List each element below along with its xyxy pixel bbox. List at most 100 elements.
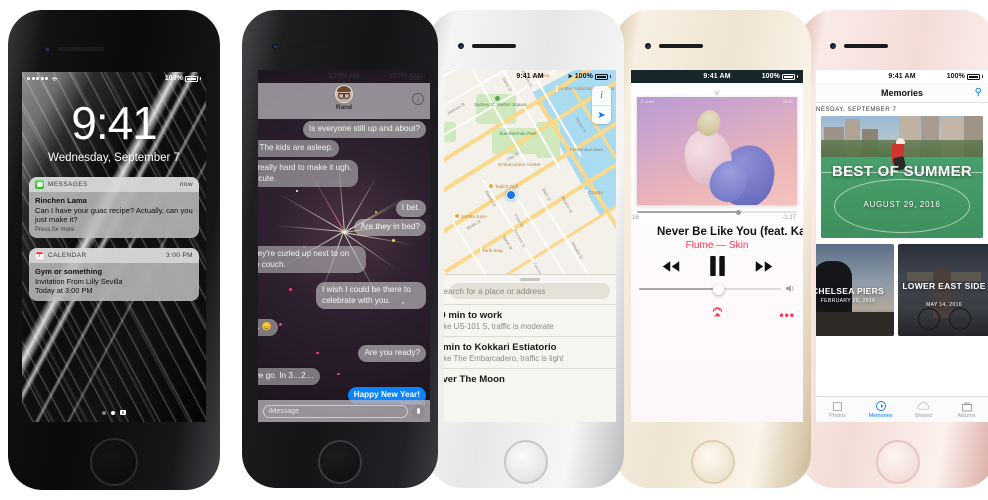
airplay-icon[interactable] bbox=[631, 306, 803, 321]
map-park-label[interactable]: Sue Bierman Park bbox=[490, 131, 546, 136]
notification-title: Rinchen Lama bbox=[35, 196, 87, 205]
message-bubble[interactable]: too. 😞 bbox=[258, 319, 279, 336]
current-location-indicator bbox=[506, 190, 516, 200]
camera-icon[interactable] bbox=[120, 410, 126, 415]
notification-message: Can I have your guac recipe? Actually, c… bbox=[35, 206, 193, 225]
volume-slider[interactable] bbox=[639, 283, 781, 295]
tab-photos[interactable]: Photos bbox=[816, 397, 859, 422]
memory-card-chelsea[interactable]: CHELSEA PIERS FEBRUARY 28, 2016 bbox=[816, 244, 894, 336]
more-dots-icon[interactable]: ••• bbox=[779, 308, 795, 322]
phone-photos[interactable]: 9:41 AM 100% Memories ⚲ WEDNESDAY, SEPTE… bbox=[800, 10, 988, 488]
artwork-label-artist: FLUME bbox=[641, 100, 655, 104]
locate-arrow-icon[interactable]: ➤ bbox=[592, 105, 611, 124]
map-poi-label[interactable]: Jamba Juice bbox=[454, 213, 487, 219]
rewind-icon[interactable] bbox=[662, 260, 680, 278]
suggestion-detail: Take The Embarcadero, traffic is light bbox=[444, 354, 564, 363]
notification-calendar[interactable]: 7 CALENDAR 3:00 PM Gym or something Invi… bbox=[29, 248, 199, 301]
phone-maps[interactable]: Coqueta La Mar Cebicheria Peruana Sydney… bbox=[428, 10, 624, 488]
poi-pin-icon bbox=[488, 183, 494, 189]
map-controls[interactable]: i ➤ bbox=[592, 86, 611, 124]
tab-label: Albums bbox=[957, 412, 976, 419]
message-bubble[interactable]: Are they in bed? bbox=[354, 219, 426, 236]
avatar[interactable] bbox=[335, 85, 353, 103]
notification-messages[interactable]: MESSAGES now Rinchen Lama Can I have you… bbox=[29, 177, 199, 238]
maps-suggestion-row[interactable]: 6 min to Kokkari Estiatorio Take The Emb… bbox=[444, 336, 616, 368]
search-icon[interactable]: ⚲ bbox=[975, 87, 982, 98]
pause-icon[interactable] bbox=[709, 256, 726, 281]
lock-clock: 9:41 bbox=[71, 97, 158, 149]
tab-memories[interactable]: Memories bbox=[859, 397, 902, 422]
playback-scrubber[interactable] bbox=[637, 209, 797, 215]
message-bubble[interactable]: They're curled up next to on the couch. bbox=[258, 246, 366, 273]
imessage-input[interactable]: iMessage bbox=[263, 404, 408, 418]
memory-title: BEST OF SUMMER bbox=[831, 163, 973, 180]
calendar-icon: 7 bbox=[35, 251, 44, 260]
message-bubble[interactable]: I bet. bbox=[395, 200, 426, 217]
message-composer[interactable]: iMessage bbox=[258, 400, 430, 422]
notification-app-name: CALENDAR bbox=[48, 252, 87, 259]
lock-screen-footer[interactable] bbox=[22, 410, 206, 415]
battery-icon bbox=[967, 73, 980, 80]
memory-date: FEBRUARY 28, 2016 bbox=[820, 298, 876, 304]
sheet-grabber[interactable] bbox=[520, 278, 540, 281]
memory-card-hero[interactable]: BEST OF SUMMER AUGUST 29, 2016 bbox=[821, 116, 983, 238]
page-dot-active bbox=[111, 410, 115, 415]
phone-music[interactable]: 9:41 AM 100% ˅ FLUME SKIN 16 -1:17 Never… bbox=[615, 10, 811, 488]
tab-albums[interactable]: Albums bbox=[945, 397, 988, 422]
earpiece-speaker bbox=[472, 44, 516, 48]
messages-icon bbox=[35, 180, 44, 189]
battery-icon bbox=[185, 75, 198, 82]
photos-tab-bar[interactable]: Photos Memories Shared Albums bbox=[816, 396, 988, 422]
home-button[interactable] bbox=[90, 438, 138, 486]
map-street-label: Beale St bbox=[465, 218, 482, 231]
memories-icon bbox=[874, 401, 887, 412]
map-poi-label[interactable]: Yank Sing bbox=[480, 247, 503, 254]
tab-shared[interactable]: Shared bbox=[902, 397, 945, 422]
screen-maps[interactable]: Coqueta La Mar Cebicheria Peruana Sydney… bbox=[444, 70, 616, 422]
map-poi-label[interactable]: Embarcadero Center bbox=[496, 161, 541, 168]
page-title: Memories bbox=[880, 87, 924, 98]
photos-icon bbox=[831, 401, 844, 412]
suggestion-title: Over The Moon bbox=[444, 374, 505, 385]
message-bubble[interactable]: ed really hard to make it ugh. So cute. bbox=[258, 160, 358, 187]
map-park-label[interactable]: Sydney G. Walton Square bbox=[474, 96, 527, 107]
status-battery: 100% bbox=[389, 73, 425, 80]
info-icon[interactable]: i bbox=[412, 93, 424, 105]
message-bubble[interactable]: e we go. In 3…2… bbox=[258, 368, 320, 385]
earpiece-speaker bbox=[659, 44, 703, 48]
message-bubble[interactable]: Are you ready? bbox=[358, 345, 426, 362]
memory-title: CHELSEA PIERS bbox=[816, 286, 885, 296]
notification-header: MESSAGES now bbox=[29, 177, 199, 192]
home-button[interactable] bbox=[876, 440, 920, 484]
phone-messages[interactable]: Rand i 12:00 AM 100% Is everyone still u… bbox=[242, 10, 438, 488]
phone-lock-screen[interactable]: 100% 9:41 Wednesday, September 7 MESSAGE… bbox=[8, 10, 220, 490]
notification-header: 7 CALENDAR 3:00 PM bbox=[29, 248, 199, 263]
info-icon[interactable]: i bbox=[592, 86, 611, 105]
maps-suggestion-row[interactable]: 20 min to work Take US-101 S, traffic is… bbox=[444, 304, 616, 336]
message-bubble[interactable]: Is everyone still up and about? bbox=[302, 121, 426, 138]
screen-lock[interactable]: 100% 9:41 Wednesday, September 7 MESSAGE… bbox=[22, 72, 206, 422]
home-button[interactable] bbox=[691, 440, 735, 484]
cloud-icon bbox=[917, 401, 930, 412]
message-bubble[interactable]: I wish I could be there to celebrate wit… bbox=[316, 282, 426, 309]
album-artwork[interactable]: FLUME SKIN bbox=[637, 97, 797, 205]
mic-icon[interactable] bbox=[412, 404, 425, 418]
transport-controls[interactable] bbox=[631, 256, 803, 281]
home-button[interactable] bbox=[504, 440, 548, 484]
home-button[interactable] bbox=[318, 440, 362, 484]
maps-bottom-sheet[interactable]: Search for a place or address 20 min to … bbox=[444, 274, 616, 422]
map-poi-label[interactable]: Ozumo bbox=[586, 189, 603, 196]
memory-card-lower-east-side[interactable]: LOWER EAST SIDE MAY 14, 2016 bbox=[898, 244, 988, 336]
fast-forward-icon[interactable] bbox=[755, 260, 773, 278]
screen-messages[interactable]: Rand i 12:00 AM 100% Is everyone still u… bbox=[258, 70, 430, 422]
earpiece-speaker bbox=[286, 44, 330, 48]
search-input[interactable]: Search for a place or address bbox=[444, 283, 610, 299]
elapsed-time: 2:16 bbox=[631, 215, 639, 221]
notification-hint: Press for more bbox=[35, 226, 75, 233]
map-poi-label[interactable]: Tadich Grill bbox=[488, 183, 518, 189]
message-bubble[interactable]: h... The kids are asleep. bbox=[258, 140, 340, 157]
screen-music[interactable]: 9:41 AM 100% ˅ FLUME SKIN 16 -1:17 Never… bbox=[631, 70, 803, 422]
status-battery: 100% bbox=[947, 73, 983, 80]
maps-suggestion-row[interactable]: Over The Moon bbox=[444, 368, 616, 385]
screen-photos[interactable]: 9:41 AM 100% Memories ⚲ WEDNESDAY, SEPTE… bbox=[816, 70, 988, 422]
